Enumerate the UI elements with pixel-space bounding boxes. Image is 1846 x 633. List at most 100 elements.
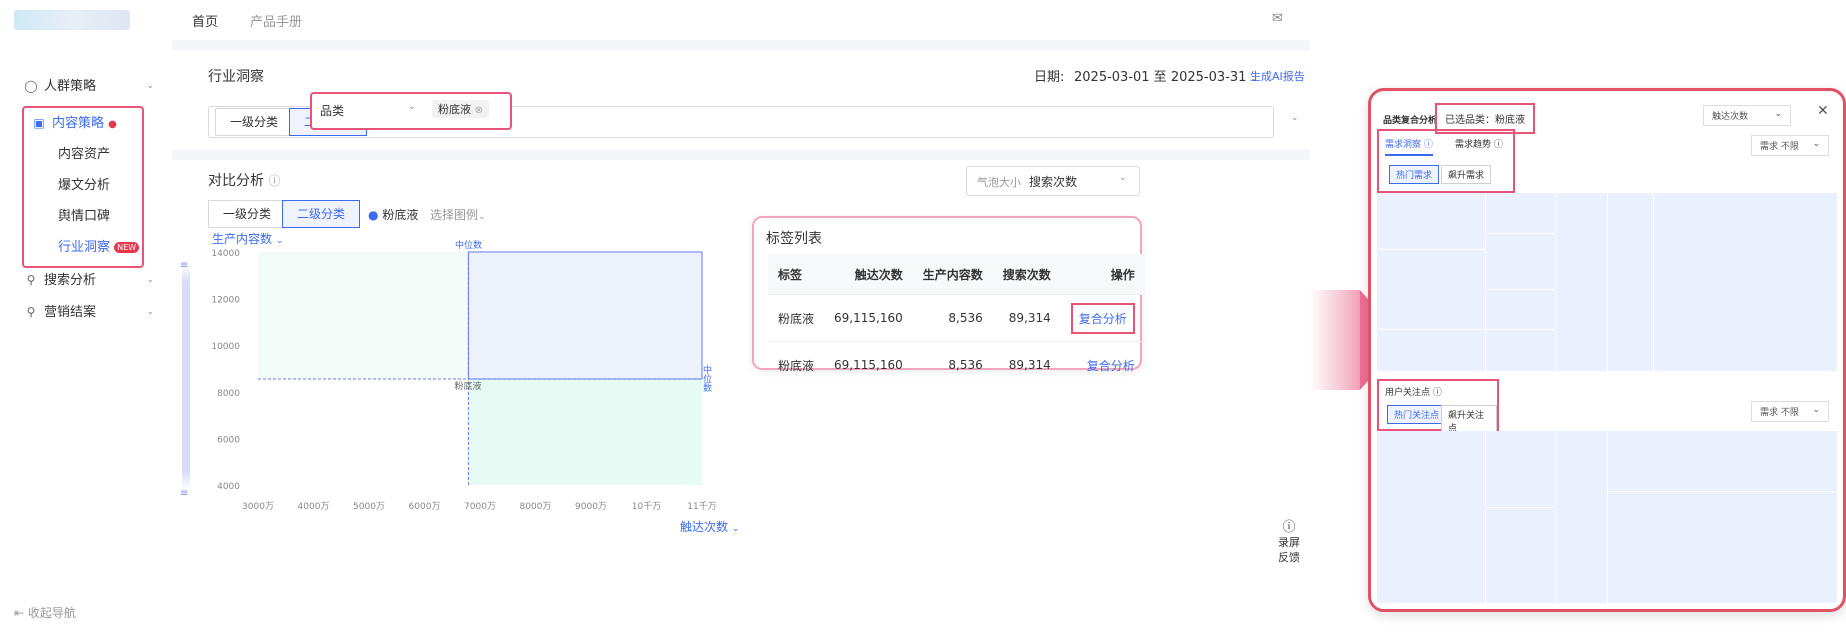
generate-ai-report-link[interactable]: 生成AI报告 [1250, 68, 1305, 84]
median-x-label: 中位数 [455, 239, 482, 251]
x-tick-label: 10千万 [632, 501, 661, 512]
subtab-hot-focus[interactable]: 热门关注点 [1387, 405, 1447, 424]
close-icon[interactable]: ✕ [1817, 103, 1829, 119]
focus-filter-select[interactable]: 需求 不限 ⌄ [1751, 401, 1829, 422]
date-label: 日期: [1034, 70, 1065, 85]
y-tick-label: 6000 [217, 435, 240, 445]
y-tick-label: 10000 [211, 342, 240, 352]
reach-cell: 69,115,160 [824, 341, 913, 388]
x-tick-label: 8000万 [520, 502, 552, 512]
section2-title: 用户关注点 ⓘ [1385, 388, 1442, 398]
panel-metric-select[interactable]: 触达次数 ⌄ [1703, 105, 1791, 126]
bubble-size-value: 搜索次数 [1029, 175, 1078, 189]
new-badge: NEW [114, 242, 140, 253]
tag-table: 标签 触达次数 生产内容数 搜索次数 操作 粉底液 69,115,160 8,5… [768, 254, 1145, 388]
search-cell: 89,314 [992, 294, 1061, 342]
chevron-down-icon: ⌄ [146, 275, 154, 285]
panel-title: 品类复合分析 [1383, 116, 1438, 126]
collapse-nav-button[interactable]: ⇤ 收起导航 [14, 604, 76, 621]
demand-filter-select[interactable]: 需求 不限 ⌄ [1751, 135, 1829, 156]
category-filter-highlight: 品类 ⌄ 粉底液 ⊗ [310, 92, 512, 130]
y-tick-label: 14000 [211, 249, 240, 259]
callout-arrow-shaft [1310, 290, 1360, 390]
data-point-label: 粉底液 [454, 380, 481, 392]
tag-cell: 粉底液 [768, 341, 825, 388]
help-icon: ⓘ [1282, 520, 1296, 535]
red-dot: ● [108, 119, 117, 130]
content-cell: 8,536 [912, 294, 993, 342]
tag-cell: 粉底液 [768, 294, 825, 342]
tab-demand-insight[interactable]: 需求洞察 ⓘ [1385, 137, 1433, 156]
y-tick-label: 4000 [217, 482, 240, 492]
composite-analysis-link[interactable]: 复合分析 [1070, 302, 1135, 334]
nav-manual[interactable]: 产品手册 [250, 11, 302, 30]
x-tick-label: 5000万 [353, 502, 385, 512]
search-icon: ⚲ [26, 273, 36, 287]
chevron-down-icon[interactable]: ⌄ [408, 102, 416, 112]
x-axis-label[interactable]: 触达次数 ⌄ [680, 518, 739, 535]
tag-list-card: 标签列表 标签 触达次数 生产内容数 搜索次数 操作 粉底液 69,115,16… [752, 216, 1145, 388]
subtab-rising-demand[interactable]: 飙升需求 [1441, 165, 1492, 184]
column-header: 操作 [1060, 254, 1145, 295]
feedback-label: 录屏 [1278, 536, 1300, 549]
header-card: 行业洞察 日期: 2025-03-01 至 2025-03-31 ⌄ 生成AI报… [172, 50, 1310, 150]
sidebar: ◯ 人群策略 ⌄ ▣ 内容策略 ● 内容资产 爆文分析 舆情口碑 行业洞察 NEW … [0, 40, 172, 633]
table-header-row: 标签 触达次数 生产内容数 搜索次数 操作 [768, 254, 1145, 295]
y-tick-label: 8000 [217, 389, 240, 399]
chevron-down-icon: ⌄ [1119, 173, 1127, 183]
focus-treemap [1377, 431, 1837, 603]
column-header: 触达次数 [824, 254, 913, 295]
subtab-hot-demand[interactable]: 热门需求 [1389, 165, 1440, 184]
category-select[interactable]: 品类 [320, 102, 344, 119]
reach-cell: 69,115,160 [824, 294, 913, 342]
quadrant-top-left [258, 252, 469, 379]
column-header: 生产内容数 [912, 254, 993, 295]
sidebar-item-marketing-report[interactable]: ⚲ 营销结案 ⌄ [24, 298, 154, 326]
tab-demand-trend[interactable]: 需求趋势 ⓘ [1455, 137, 1503, 150]
composite-analysis-link[interactable]: 复合分析 [1087, 359, 1135, 373]
selected-tag-chip[interactable]: 粉底液 ⊗ [432, 100, 489, 118]
x-tick-label: 9000万 [575, 502, 607, 512]
chevron-down-icon[interactable]: ⌄ [1291, 113, 1299, 123]
action-cell: 复合分析 [1060, 341, 1145, 388]
x-tick-label: 4000万 [298, 502, 330, 512]
x-tick-label: 7000万 [464, 502, 496, 512]
nav-home[interactable]: 首页 [192, 11, 218, 30]
report-icon: ⚲ [26, 305, 36, 319]
quadrant-top-right [467, 251, 703, 380]
collapse-icon: ⇤ [14, 606, 25, 620]
tab-group-highlight: 需求洞察 ⓘ 需求趋势 ⓘ 热门需求 飙升需求 [1377, 129, 1515, 193]
chevron-down-icon: ⌄ [146, 307, 154, 317]
chevron-down-icon: ⌄ [146, 81, 154, 91]
tab-level1[interactable]: 一级分类 [215, 108, 294, 136]
feedback-button[interactable]: ⓘ 录屏 反馈 [1268, 516, 1310, 576]
sidebar-item-sentiment[interactable]: 舆情口碑 [58, 203, 110, 231]
chevron-down-icon: ⌄ [731, 524, 740, 534]
sidebar-item-content-assets[interactable]: 内容资产 [58, 141, 110, 169]
x-tick-label: 6000万 [409, 502, 441, 512]
chevron-down-icon: ⌄ [1812, 405, 1820, 415]
chevron-down-icon: ⌄ [1812, 139, 1820, 149]
x-tick-label: 3000万 [242, 502, 274, 512]
x-tick-label: 11千万 [687, 501, 716, 512]
content-cell: 8,536 [912, 341, 993, 388]
chevron-down-icon: ⌄ [1774, 109, 1782, 119]
sidebar-item-industry-insight[interactable]: 行业洞察 NEW [58, 234, 140, 262]
sidebar-item-content-strategy[interactable]: ▣ 内容策略 ● [32, 109, 136, 137]
close-icon[interactable]: ⊗ [475, 105, 483, 116]
scatter-chart: 生产内容数 ⌄ ≡ ≡ 中位数 中位数 14000 12000 10000 8000 600… [172, 160, 739, 633]
message-icon[interactable]: ✉ [1272, 11, 1283, 26]
action-cell: 复合分析 [1060, 294, 1145, 342]
date-range-picker[interactable]: 2025-03-01 至 2025-03-31 ⌄ [1074, 66, 1258, 85]
sidebar-item-viral-analysis[interactable]: 爆文分析 [58, 172, 110, 200]
sidebar-item-search-analysis[interactable]: ⚲ 搜索分析 ⌄ [24, 266, 154, 294]
bubble-size-select[interactable]: 气泡大小 搜索次数 ⌄ [966, 166, 1140, 196]
users-icon: ◯ [24, 79, 38, 93]
composite-analysis-panel: 品类复合分析 已选品类：粉底液 触达次数 ⌄ ✕ 需求洞察 ⓘ 需求趋势 ⓘ 热… [1368, 88, 1846, 612]
feedback-label: 反馈 [1278, 551, 1300, 564]
column-header: 标签 [768, 254, 825, 295]
sidebar-item-people[interactable]: ◯ 人群策略 ⌄ [24, 72, 154, 100]
column-header: 搜索次数 [992, 254, 1061, 295]
top-bar: 首页 产品手册 ✉ [0, 0, 1310, 40]
section2-highlight: 用户关注点 ⓘ 热门关注点 飙升关注点 [1377, 379, 1499, 437]
